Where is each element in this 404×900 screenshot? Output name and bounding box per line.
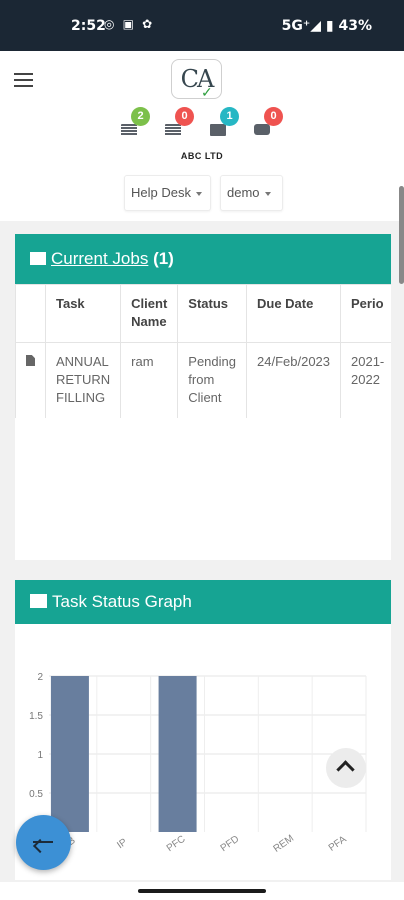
status-bar: 2:52 ◎ ▣ ✿ 5G⁺◢ ▮ 43%	[0, 0, 404, 51]
scrollbar[interactable]	[399, 186, 404, 284]
x-tick-label: PFA	[327, 834, 349, 854]
logo-tick-icon: ✓	[201, 85, 213, 101]
scroll-to-top-button[interactable]	[326, 748, 366, 788]
y-tick-label: 2	[37, 672, 43, 683]
notification-reminders[interactable]: 0	[165, 107, 195, 147]
chart-bar	[158, 676, 197, 832]
column-header: Task	[44, 284, 122, 343]
current-jobs-link[interactable]: Current Jobs	[51, 249, 148, 268]
app-header: CA ✓ 2 0 1 0 ABC LTD Help Desk demo	[0, 51, 404, 221]
chart-svg: 21.510.5OBIPPFCPFDREMPFA	[29, 672, 367, 855]
table-header-row: Task Client Name Status Due Date Perio	[15, 284, 391, 343]
status-time: 2:52	[71, 18, 106, 34]
x-tick-label: PFC	[165, 834, 188, 854]
status-network: 5G⁺◢ ▮ 43%	[281, 18, 372, 34]
jobs-table-wrapper[interactable]: Task Client Name Status Due Date Perio A…	[15, 284, 391, 418]
chevron-up-icon	[336, 760, 355, 779]
notification-chat[interactable]: 0	[254, 107, 284, 147]
row-icon-cell[interactable]	[15, 342, 46, 418]
task-status-chart: 21.510.5OBIPPFCPFDREMPFA	[15, 624, 391, 864]
notification-tasks[interactable]: 2	[121, 107, 151, 147]
current-jobs-header: Current Jobs (1)	[15, 234, 391, 284]
status-icons: ◎ ▣ ✿	[104, 17, 155, 31]
chat-icon	[254, 124, 270, 135]
task-graph-title: Task Status Graph	[52, 592, 192, 611]
due-date-cell: 24/Feb/2023	[245, 342, 342, 418]
column-header: Perio	[340, 284, 391, 343]
notification-badge: 0	[175, 107, 194, 126]
notification-badge: 2	[131, 107, 150, 126]
envelope-icon	[210, 124, 226, 136]
y-tick-label: 0.5	[29, 789, 43, 800]
notification-mail[interactable]: 1	[210, 107, 240, 147]
caret-down-icon	[195, 191, 202, 196]
task-cell: ANNUAL RETURN FILLING	[44, 342, 122, 418]
column-header	[15, 284, 46, 343]
x-tick-label: PFD	[219, 834, 242, 854]
company-name: ABC LTD	[180, 151, 224, 161]
notification-badge: 1	[220, 107, 239, 126]
current-jobs-count: (1)	[153, 249, 174, 268]
caret-down-icon	[264, 191, 271, 196]
user-dropdown-label: demo	[227, 185, 260, 200]
user-dropdown[interactable]: demo	[220, 175, 283, 211]
column-header: Status	[177, 284, 247, 343]
x-tick-label: IP	[115, 837, 129, 852]
list-icon	[121, 124, 137, 136]
helpdesk-dropdown-label: Help Desk	[131, 185, 191, 200]
back-button[interactable]	[16, 815, 71, 870]
system-nav-bar	[0, 882, 404, 900]
client-cell: ram	[120, 342, 179, 418]
document-icon[interactable]	[26, 355, 35, 366]
y-tick-label: 1	[37, 750, 43, 761]
arrow-left-icon	[33, 841, 53, 843]
bar-chart-icon	[30, 594, 47, 608]
x-tick-label: REM	[272, 833, 297, 855]
company-logo: CA ✓	[171, 59, 222, 101]
jobs-table: Task Client Name Status Due Date Perio A…	[15, 284, 391, 418]
task-graph-header: Task Status Graph	[15, 580, 391, 624]
current-jobs-card: Current Jobs (1) Task Client Name Status…	[15, 234, 391, 560]
column-header: Due Date	[245, 284, 342, 343]
helpdesk-dropdown[interactable]: Help Desk	[124, 175, 211, 211]
notification-badge: 0	[264, 107, 283, 126]
status-cell: Pending from Client	[177, 342, 247, 418]
list-icon	[165, 124, 181, 136]
y-tick-label: 1.5	[29, 711, 43, 722]
menu-icon[interactable]	[14, 73, 33, 88]
book-icon	[30, 252, 46, 265]
table-row[interactable]: ANNUAL RETURN FILLING ram Pending from C…	[15, 342, 391, 418]
period-cell: 2021-2022	[340, 342, 391, 418]
chart-bar	[50, 676, 89, 832]
home-gesture-bar[interactable]	[138, 889, 266, 893]
task-graph-card: Task Status Graph 21.510.5OBIPPFCPFDREMP…	[15, 580, 391, 880]
column-header: Client Name	[120, 284, 179, 343]
